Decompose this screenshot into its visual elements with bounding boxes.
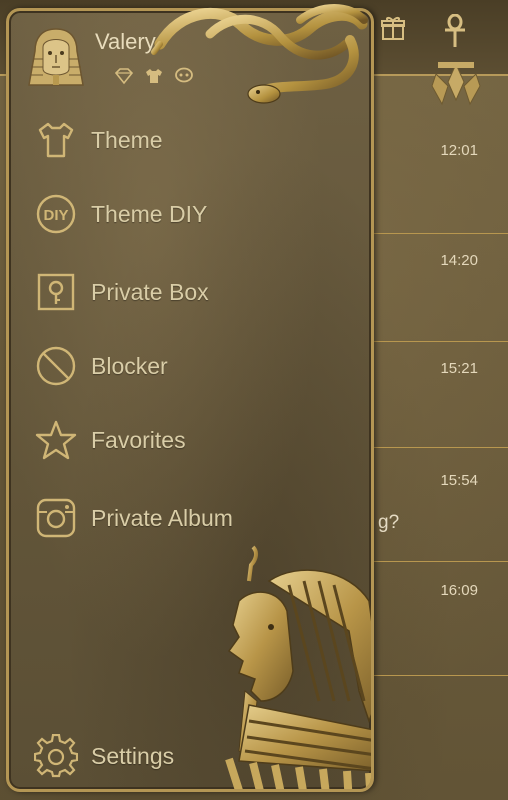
gift-icon[interactable] [378, 14, 408, 44]
star-icon [33, 417, 79, 463]
svg-text:DIY: DIY [43, 207, 68, 224]
conversation-row[interactable] [372, 676, 508, 776]
menu-item-favorites[interactable]: Favorites [33, 415, 363, 465]
block-icon [33, 343, 79, 389]
gear-icon [33, 733, 79, 779]
menu-item-private-album[interactable]: Private Album [33, 493, 363, 543]
settings-label: Settings [91, 742, 175, 769]
diy-icon: DIY [33, 191, 79, 237]
serpent-ornament-icon [151, 4, 368, 104]
username[interactable]: Valery [95, 29, 156, 55]
conversation-time: 15:54 [440, 472, 478, 489]
conversation-row[interactable]: 15:54 [372, 448, 508, 562]
conversation-row[interactable]: 15:21 [372, 342, 508, 448]
navigation-drawer: Valery Theme DIY Theme DIY Private Box B… [6, 8, 374, 792]
camera-icon [33, 495, 79, 541]
menu-item-theme[interactable]: Theme [33, 115, 363, 165]
conversation-row[interactable]: 14:20 [372, 234, 508, 342]
menu-item-private-box[interactable]: Private Box [33, 267, 363, 317]
private-box-icon [33, 269, 79, 315]
conversation-snippet: g? [378, 512, 400, 533]
menu-item-label: Theme [91, 126, 163, 153]
conversation-time: 16:09 [440, 582, 478, 599]
menu-item-blocker[interactable]: Blocker [33, 341, 363, 391]
avatar[interactable] [25, 25, 87, 89]
conversation-time: 15:21 [440, 360, 478, 377]
menu-item-label: Theme DIY [91, 200, 208, 227]
lotus-ornament-icon [431, 62, 481, 106]
menu-item-label: Favorites [91, 426, 186, 453]
menu-item-label: Private Album [91, 504, 233, 531]
conversation-time: 12:01 [440, 142, 478, 159]
menu-item-settings[interactable]: Settings [33, 731, 363, 781]
menu-item-label: Blocker [91, 352, 168, 379]
shirt-icon [33, 117, 79, 163]
conversation-row[interactable]: 16:09 [372, 562, 508, 676]
menu-item-label: Private Box [91, 278, 209, 305]
ankh-icon[interactable] [440, 13, 470, 47]
diamond-icon[interactable] [113, 67, 135, 85]
menu-item-theme-diy[interactable]: DIY Theme DIY [33, 189, 363, 239]
conversation-time: 14:20 [440, 252, 478, 269]
